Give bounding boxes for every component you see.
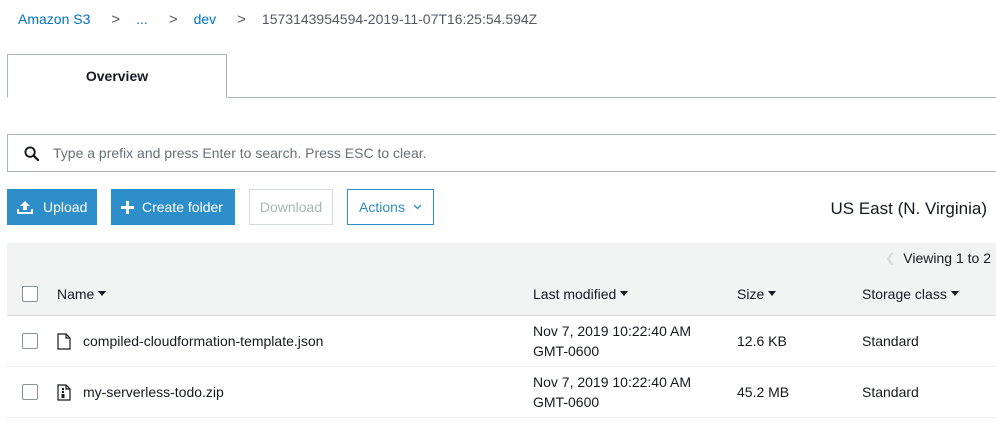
breadcrumb-separator: >: [168, 10, 178, 28]
last-modified-timezone: GMT-0600: [533, 343, 600, 359]
name-cell: compiled-cloudformation-template.json: [57, 316, 323, 366]
breadcrumb-separator: >: [111, 10, 121, 28]
last-modified-cell: Nov 7, 2019 10:22:40 AM GMT-0600: [533, 316, 691, 366]
last-modified-timezone: GMT-0600: [533, 394, 600, 410]
breadcrumb-amazon-s3[interactable]: Amazon S3: [18, 11, 90, 27]
file-name-link[interactable]: my-serverless-todo.zip: [83, 384, 224, 400]
column-header-last-modified-label: Last modified: [533, 285, 617, 302]
last-modified-date: Nov 7, 2019 10:22:40 AM: [533, 374, 691, 390]
table-row: compiled-cloudformation-template.json No…: [7, 316, 996, 367]
column-header-last-modified[interactable]: Last modified: [533, 272, 629, 315]
viewing-count: Viewing 1 to 2: [903, 249, 991, 266]
tab-bar: Overview: [7, 54, 996, 98]
column-header-storage-class[interactable]: Storage class: [862, 272, 959, 315]
last-modified-date: Nov 7, 2019 10:22:40 AM: [533, 323, 691, 339]
download-label: Download: [259, 199, 323, 215]
column-header-name[interactable]: Name: [57, 272, 107, 315]
breadcrumb-dev[interactable]: dev: [194, 11, 217, 27]
create-folder-button[interactable]: Create folder: [111, 189, 235, 225]
caret-down-icon: [620, 291, 629, 296]
storage-class-cell: Standard: [862, 333, 919, 349]
name-cell: my-serverless-todo.zip: [57, 367, 224, 417]
row-select-cell: [22, 316, 38, 366]
breadcrumb: Amazon S3 > ... > dev > 1573143954594-20…: [18, 9, 537, 29]
region-label: US East (N. Virginia): [830, 199, 987, 218]
column-header-size[interactable]: Size: [737, 272, 777, 315]
caret-down-icon: [768, 291, 777, 296]
actions-label: Actions: [359, 199, 405, 215]
chevron-left-icon[interactable]: ❮: [885, 251, 895, 265]
breadcrumb-ellipsis[interactable]: ...: [136, 11, 148, 27]
create-folder-label: Create folder: [142, 199, 223, 215]
chevron-down-icon: [413, 204, 422, 210]
tab-overview[interactable]: Overview: [7, 54, 227, 98]
search-bar: [7, 134, 996, 172]
column-header-storage-class-label: Storage class: [862, 285, 947, 302]
table-row: my-serverless-todo.zip Nov 7, 2019 10:22…: [7, 367, 996, 418]
breadcrumb-current: 1573143954594-2019-11-07T16:25:54.594Z: [261, 11, 538, 27]
zip-file-icon: [57, 383, 71, 401]
search-input[interactable]: [53, 138, 996, 168]
row-checkbox[interactable]: [22, 384, 38, 400]
column-header-name-label: Name: [57, 285, 95, 302]
storage-class-cell: Standard: [862, 384, 919, 400]
breadcrumb-separator: >: [237, 10, 246, 28]
upload-icon: [17, 201, 33, 214]
last-modified-cell: Nov 7, 2019 10:22:40 AM GMT-0600: [533, 367, 691, 417]
caret-down-icon: [950, 291, 959, 296]
row-checkbox[interactable]: [22, 333, 38, 349]
select-all-cell: [22, 272, 38, 315]
row-select-cell: [22, 367, 38, 417]
plus-icon: [121, 200, 134, 214]
size-cell: 12.6 KB: [737, 333, 787, 349]
actions-dropdown[interactable]: Actions: [347, 189, 434, 225]
pagination-bar: ❮ Viewing 1 to 2: [7, 243, 996, 272]
size-cell: 45.2 MB: [737, 384, 790, 400]
upload-label: Upload: [43, 199, 88, 215]
search-icon: [24, 145, 39, 161]
download-button[interactable]: Download: [249, 189, 333, 225]
table-header: Name Last modified Size Storage class: [7, 272, 996, 316]
select-all-checkbox[interactable]: [22, 285, 38, 302]
column-header-size-label: Size: [737, 285, 765, 302]
file-name-link[interactable]: compiled-cloudformation-template.json: [83, 333, 323, 349]
caret-down-icon: [98, 291, 107, 296]
file-icon: [57, 332, 71, 350]
upload-button[interactable]: Upload: [7, 189, 97, 225]
